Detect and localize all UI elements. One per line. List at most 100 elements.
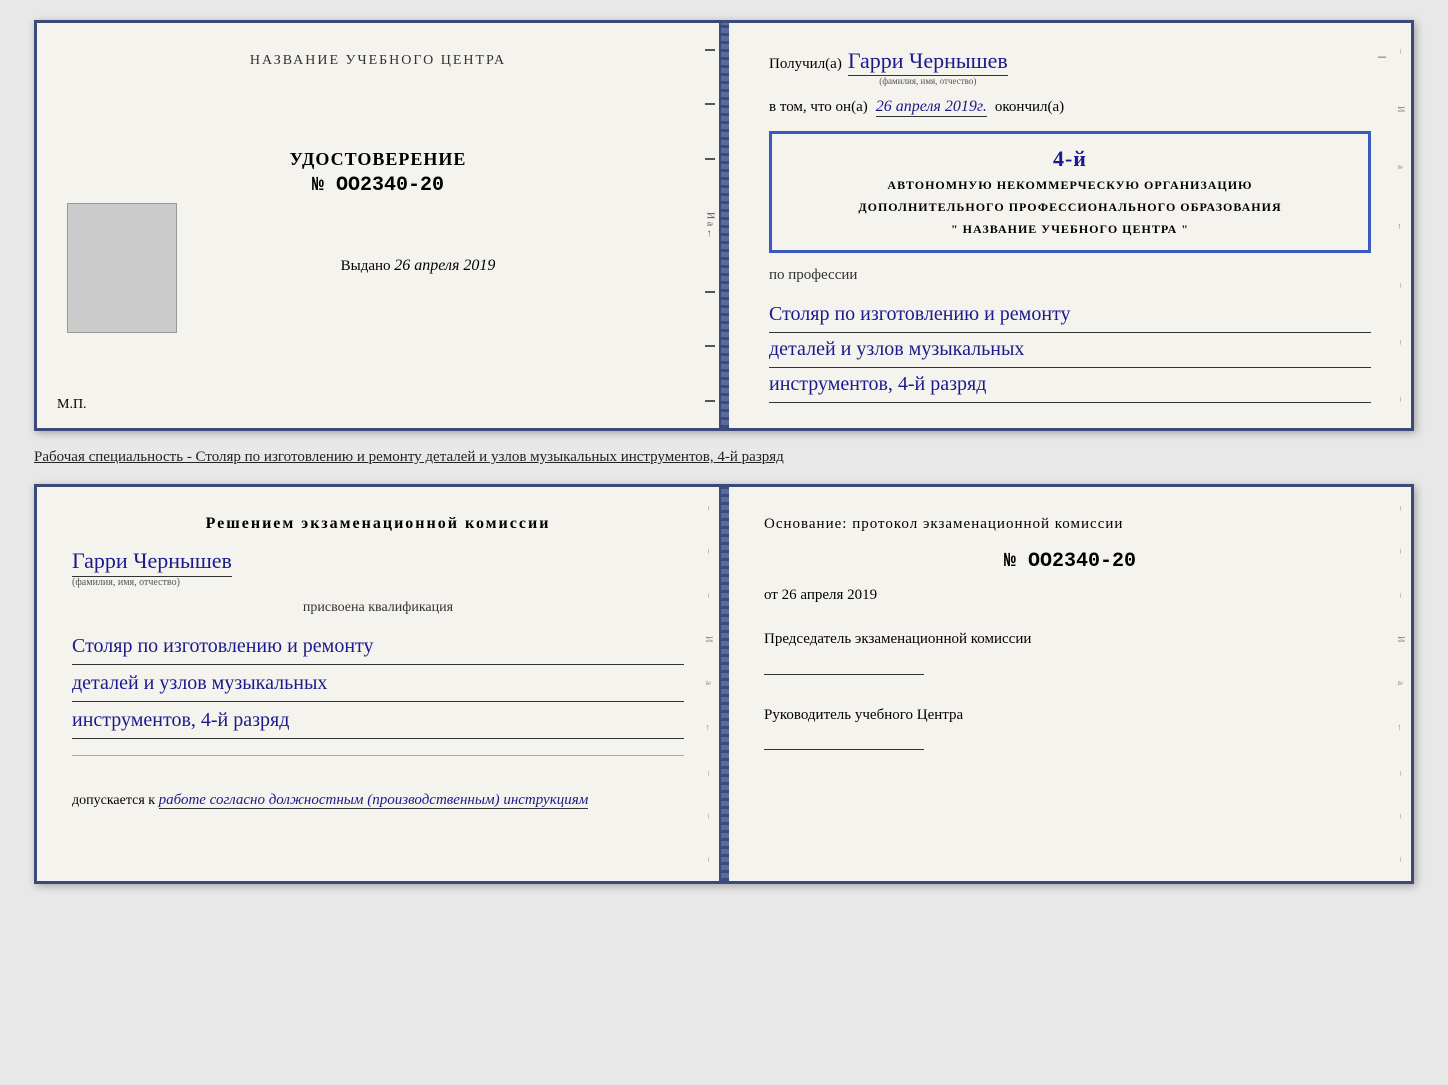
mp-label: М.П.	[57, 397, 87, 413]
osnovanie-label: Основание: протокол экзаменационной коми…	[764, 512, 1376, 536]
po-professii-label: по профессии	[769, 267, 1371, 284]
dash-after-name: –	[1378, 48, 1386, 66]
qual-line3: инструментов, 4-й разряд	[72, 702, 684, 739]
deco-r8: –	[1396, 814, 1406, 819]
dash-4	[705, 291, 715, 293]
name-block-bottom-left: Гарри Чернышев (фамилия, имя, отчество)	[72, 548, 684, 588]
left-side-dashes: И а ←	[701, 23, 719, 428]
ot-date: 26 апреля 2019	[782, 587, 878, 603]
deco-b4: И	[704, 636, 714, 643]
rukovoditel-title: Руководитель учебного Центра	[764, 704, 1376, 727]
side-text-left: И а ←	[705, 212, 716, 239]
recipient-name-top: Гарри Чернышев (фамилия, имя, отчество)	[848, 48, 1008, 74]
stamp-line2: АВТОНОМНУЮ НЕКОММЕРЧЕСКУЮ ОРГАНИЗАЦИЮ	[887, 176, 1252, 194]
deco-b8: –	[704, 814, 714, 819]
deco-7: –	[1396, 397, 1406, 402]
deco-4: ←	[1396, 222, 1406, 231]
top-booklet: НАЗВАНИЕ УЧЕБНОГО ЦЕНТРА УДОСТОВЕРЕНИЕ №…	[34, 20, 1414, 431]
deco-5: –	[1396, 283, 1406, 288]
profession-line3: инструментов, 4-й разряд	[769, 368, 1371, 403]
profession-line1: Столяр по изготовлению и ремонту	[769, 298, 1371, 333]
dopusk-prefix: допускается к	[72, 793, 155, 808]
deco-b7: –	[704, 771, 714, 776]
dash-2	[705, 103, 715, 105]
vydano-line: Выдано 26 апреля 2019	[261, 257, 496, 275]
booklet-spine-top	[721, 23, 729, 428]
bottom-booklet-left: Решением экзаменационной комиссии Гарри …	[37, 487, 721, 881]
vydano-label: Выдано	[341, 258, 391, 274]
deco-b2: –	[704, 549, 714, 554]
deco-b9: –	[704, 857, 714, 862]
deco-r1: –	[1396, 506, 1406, 511]
left-side-deco-bottom: – – – И а ← – – –	[699, 487, 719, 881]
caption-main: Рабочая специальность - Столяр по изгото…	[34, 449, 784, 465]
photo-placeholder	[67, 203, 177, 333]
top-booklet-left: НАЗВАНИЕ УЧЕБНОГО ЦЕНТРА УДОСТОВЕРЕНИЕ №…	[37, 23, 721, 428]
resheniem-label: Решением экзаменационной комиссии	[72, 512, 684, 536]
dash-5	[705, 345, 715, 347]
deco-r9: –	[1396, 857, 1406, 862]
document-container: НАЗВАНИЕ УЧЕБНОГО ЦЕНТРА УДОСТОВЕРЕНИЕ №…	[34, 20, 1414, 884]
deco-r2: –	[1396, 549, 1406, 554]
deco-b6: ←	[704, 723, 714, 732]
name-handwritten-bottom: Гарри Чернышев	[72, 548, 232, 577]
stamp-line4: " НАЗВАНИЕ УЧЕБНОГО ЦЕНТРА "	[951, 220, 1189, 238]
vtom-prefix: в том, что он(а)	[769, 99, 868, 116]
deco-r7: –	[1396, 771, 1406, 776]
profession-line2: деталей и узлов музыкальных	[769, 333, 1371, 368]
predsedatel-block: Председатель экзаменационной комиссии	[764, 628, 1376, 675]
deco-b3: –	[704, 593, 714, 598]
name-sublabel-top: (фамилия, имя, отчество)	[879, 76, 976, 86]
poluchil-prefix: Получил(а)	[769, 56, 842, 73]
qual-line1: Столяр по изготовлению и ремонту	[72, 628, 684, 665]
udostoverenie-title: УДОСТОВЕРЕНИЕ	[290, 149, 467, 170]
vydano-date: 26 апреля 2019	[394, 257, 495, 274]
prisvoena-label: присвоена квалификация	[72, 600, 684, 616]
booklet-spine-bottom	[721, 487, 729, 881]
separator-line	[72, 755, 684, 756]
dash-6	[705, 400, 715, 402]
vtom-container: в том, что он(а) 26 апреля 2019г. окончи…	[769, 98, 1371, 117]
dash-3	[705, 158, 715, 160]
dash-1	[705, 49, 715, 51]
bottom-booklet-right: Основание: протокол экзаменационной коми…	[729, 487, 1411, 881]
deco-3: а	[1396, 165, 1406, 169]
doc-number-top: № OO2340-20	[312, 174, 444, 197]
deco-1: –	[1396, 49, 1406, 54]
name-handwritten-top: Гарри Чернышев	[848, 48, 1008, 76]
ot-prefix: от	[764, 587, 778, 603]
name-sublabel-bottom: (фамилия, имя, отчество)	[72, 577, 180, 588]
deco-r3: –	[1396, 593, 1406, 598]
center-label-top: НАЗВАНИЕ УЧЕБНОГО ЦЕНТРА	[250, 53, 506, 69]
ot-line: от 26 апреля 2019	[764, 587, 1376, 604]
right-side-deco-bottom: – – – И а ← – – –	[1391, 487, 1411, 881]
dopuskaetsya-line: допускается к работе согласно должностны…	[72, 792, 684, 809]
vtom-date: 26 апреля 2019г.	[876, 98, 987, 117]
bottom-booklet: Решением экзаменационной комиссии Гарри …	[34, 484, 1414, 884]
rukovoditel-block: Руководитель учебного Центра	[764, 704, 1376, 751]
stamp-grade: 4-й	[1053, 146, 1087, 172]
proto-number: № OO2340-20	[764, 550, 1376, 573]
stamp-line3: ДОПОЛНИТЕЛЬНОГО ПРОФЕССИОНАЛЬНОГО ОБРАЗО…	[858, 198, 1281, 216]
qual-block: Столяр по изготовлению и ремонту деталей…	[72, 628, 684, 739]
stamp-block: 4-й АВТОНОМНУЮ НЕКОММЕРЧЕСКУЮ ОРГАНИЗАЦИ…	[769, 131, 1371, 253]
top-booklet-right: Получил(а) Гарри Чернышев (фамилия, имя,…	[729, 23, 1411, 428]
deco-b1: –	[704, 506, 714, 511]
caption-text: Рабочая специальность - Столяр по изгото…	[34, 443, 1414, 472]
deco-r6: ←	[1396, 723, 1406, 732]
predsedatel-signature	[764, 655, 924, 675]
deco-r4: И	[1396, 636, 1406, 643]
deco-2: И	[1396, 106, 1406, 113]
deco-r5: а	[1396, 681, 1406, 685]
rukovoditel-signature	[764, 730, 924, 750]
deco-6: –	[1396, 340, 1406, 345]
dopusk-text: работе согласно должностным (производств…	[159, 792, 589, 809]
profession-block-top: Столяр по изготовлению и ремонту деталей…	[769, 298, 1371, 403]
deco-b5: а	[704, 681, 714, 685]
vtom-line: в том, что он(а) 26 апреля 2019г. окончи…	[769, 98, 1371, 117]
right-side-deco-top: – И а ← – – –	[1391, 23, 1411, 428]
poluchil-line: Получил(а) Гарри Чернышев (фамилия, имя,…	[769, 48, 1371, 74]
qual-line2: деталей и узлов музыкальных	[72, 665, 684, 702]
okoncil-label: окончил(а)	[995, 99, 1064, 116]
predsedatel-title: Председатель экзаменационной комиссии	[764, 628, 1376, 651]
